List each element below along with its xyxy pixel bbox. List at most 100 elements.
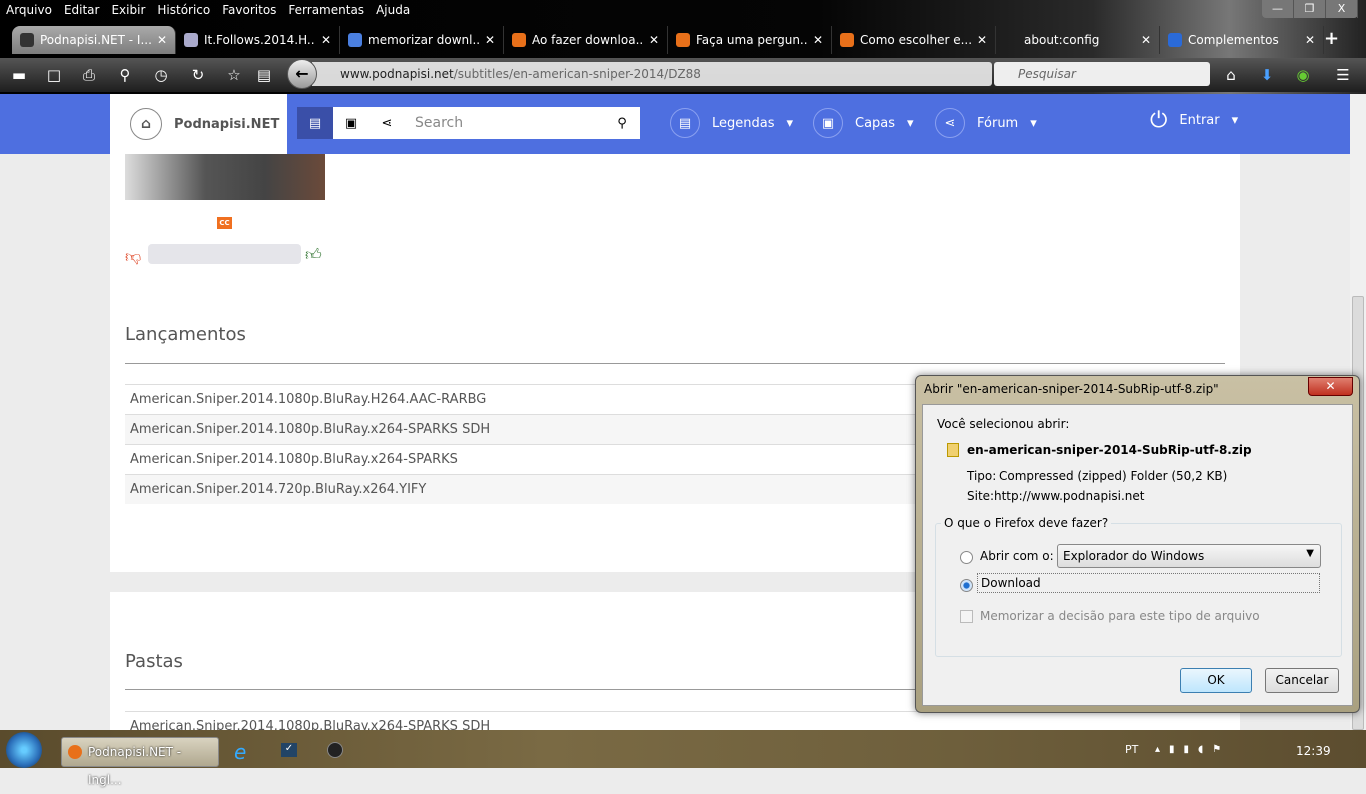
cancel-button[interactable]: Cancelar bbox=[1265, 668, 1339, 693]
nav-forum[interactable]: ⋖ Fórum ▾ bbox=[935, 108, 1037, 138]
home-icon[interactable]: ⌂ bbox=[1222, 66, 1240, 84]
tab-close-icon[interactable]: ✕ bbox=[813, 33, 823, 47]
folder-icon[interactable]: ▬ bbox=[10, 66, 28, 84]
site-brand[interactable]: ⌂ Podnapisi.NET bbox=[110, 94, 287, 154]
open-with-radio[interactable] bbox=[960, 551, 973, 564]
covers-filter-icon[interactable]: ▣ bbox=[333, 107, 369, 139]
tab[interactable]: It.Follows.2014.H... ✕ bbox=[176, 26, 340, 54]
nav-label: Fórum bbox=[977, 115, 1019, 131]
tab-favicon-icon bbox=[184, 33, 198, 47]
menu-exibir[interactable]: Exibir bbox=[105, 0, 151, 20]
movie-poster bbox=[125, 154, 325, 200]
tab[interactable]: Ao fazer downloa... ✕ bbox=[504, 26, 668, 54]
tab-favicon-icon bbox=[840, 33, 854, 47]
back-button[interactable]: ← bbox=[287, 59, 317, 89]
nav-label: Capas bbox=[855, 115, 896, 131]
browser-search-input[interactable]: Pesquisar bbox=[994, 62, 1210, 86]
search-icon[interactable]: ⚲ bbox=[116, 66, 134, 84]
thumbs-down-icon[interactable]: 👎︎ bbox=[125, 247, 141, 267]
download-radio[interactable] bbox=[960, 579, 973, 592]
restore-button[interactable]: ❐ bbox=[1294, 0, 1326, 18]
power-icon: ⏻ bbox=[1150, 108, 1168, 133]
open-file-dialog: Abrir "en-american-sniper-2014-SubRip-ut… bbox=[915, 375, 1360, 713]
folders-heading: Pastas bbox=[125, 651, 183, 672]
releases-heading: Lançamentos bbox=[125, 324, 246, 345]
open-with-app: Explorador do Windows bbox=[1063, 549, 1205, 563]
tab[interactable]: about:config ✕ bbox=[996, 26, 1160, 54]
tab[interactable]: Como escolher e... ✕ bbox=[832, 26, 996, 54]
menu-ferramentas[interactable]: Ferramentas bbox=[282, 0, 370, 20]
thumbs-up-icon[interactable]: 👍︎ bbox=[305, 245, 322, 265]
tray-icons[interactable]: ▴▮▮◖⚑ bbox=[1155, 744, 1230, 755]
tab-favicon-icon bbox=[20, 33, 34, 47]
tab-title: Ao fazer downloa... bbox=[532, 33, 643, 47]
start-button[interactable] bbox=[6, 732, 42, 768]
ie-icon[interactable]: e bbox=[234, 740, 246, 764]
type-label: Tipo: bbox=[967, 469, 997, 483]
tab-close-icon[interactable]: ✕ bbox=[321, 33, 331, 47]
rating-bar bbox=[148, 244, 301, 264]
menu-historico[interactable]: Histórico bbox=[151, 0, 216, 20]
tab-favicon-icon bbox=[1168, 33, 1182, 47]
caret-down-icon: ▾ bbox=[1231, 113, 1239, 128]
group-label: O que o Firefox deve fazer? bbox=[941, 516, 1112, 530]
addon-icon[interactable]: ◉ bbox=[1294, 66, 1312, 84]
ok-button[interactable]: OK bbox=[1180, 668, 1252, 693]
tab-close-icon[interactable]: ✕ bbox=[157, 33, 167, 47]
taskbar-firefox[interactable]: Podnapisi.NET - Ingl... bbox=[61, 737, 219, 787]
clipboard-icon[interactable]: ▤ bbox=[255, 66, 273, 84]
menu-editar[interactable]: Editar bbox=[58, 0, 106, 20]
dialog-close-button[interactable]: ✕ bbox=[1308, 377, 1353, 396]
site-search-input[interactable]: Search bbox=[405, 107, 604, 139]
open-with-select[interactable]: Explorador do Windows ▼ bbox=[1057, 544, 1321, 568]
caret-down-icon: ▾ bbox=[1030, 115, 1037, 131]
open-with-label[interactable]: Abrir com o: bbox=[980, 549, 1054, 563]
bookmark-star-icon[interactable]: ☆ bbox=[225, 66, 243, 84]
reload-icon[interactable]: ↻ bbox=[189, 66, 207, 84]
hp-icon[interactable] bbox=[327, 742, 343, 758]
minimize-button[interactable]: — bbox=[1262, 0, 1294, 18]
nav-legendas[interactable]: ▤ Legendas ▾ bbox=[670, 108, 793, 138]
tab-close-icon[interactable]: ✕ bbox=[977, 33, 987, 47]
tab-close-icon[interactable]: ✕ bbox=[1305, 33, 1315, 47]
subtitles-filter-icon[interactable]: ▤ bbox=[297, 107, 333, 139]
remember-label[interactable]: Memorizar a decisão para este tipo de ar… bbox=[980, 609, 1260, 623]
tab[interactable]: Faça uma pergun... ✕ bbox=[668, 26, 832, 54]
new-tab-button[interactable]: + bbox=[1324, 28, 1339, 49]
dialog-intro: Você selecionou abrir: bbox=[937, 417, 1070, 431]
zip-folder-icon bbox=[947, 443, 959, 457]
url-bar[interactable]: www.podnapisi.net/subtitles/en-american-… bbox=[312, 62, 992, 86]
clock[interactable]: 12:39 bbox=[1296, 744, 1331, 758]
dialog-filename: en-american-sniper-2014-SubRip-utf-8.zip bbox=[967, 443, 1252, 457]
menu-hamburger-icon[interactable]: ☰ bbox=[1334, 66, 1352, 84]
print-icon[interactable]: ⎙ bbox=[80, 66, 98, 84]
tab-close-icon[interactable]: ✕ bbox=[649, 33, 659, 47]
app-icon[interactable]: ✓ bbox=[281, 743, 297, 757]
tab-close-icon[interactable]: ✕ bbox=[1141, 33, 1151, 47]
tab[interactable]: Complementos ✕ bbox=[1160, 26, 1324, 54]
menu-ajuda[interactable]: Ajuda bbox=[370, 0, 416, 20]
tab-title: Podnapisi.NET - I... bbox=[40, 33, 151, 47]
close-window-button[interactable]: X bbox=[1326, 0, 1358, 18]
share-filter-icon[interactable]: ⋖ bbox=[369, 107, 405, 139]
language-indicator[interactable]: PT bbox=[1125, 743, 1138, 756]
search-submit-icon[interactable]: ⚲ bbox=[604, 107, 640, 139]
nav-entrar[interactable]: ⏻ Entrar ▾ bbox=[1150, 108, 1238, 133]
cc-badge: CC bbox=[217, 217, 232, 229]
tab[interactable]: Podnapisi.NET - I... ✕ bbox=[12, 26, 176, 54]
share-icon: ⋖ bbox=[935, 108, 965, 138]
tab[interactable]: memorizar downl... ✕ bbox=[340, 26, 504, 54]
nav-capas[interactable]: ▣ Capas ▾ bbox=[813, 108, 914, 138]
tab-close-icon[interactable]: ✕ bbox=[485, 33, 495, 47]
window-icon[interactable]: □ bbox=[45, 66, 63, 84]
tab-favicon-icon bbox=[676, 33, 690, 47]
menu-favoritos[interactable]: Favoritos bbox=[216, 0, 282, 20]
download-label[interactable]: Download bbox=[977, 573, 1320, 593]
downloads-icon[interactable]: ⬇ bbox=[1258, 66, 1276, 84]
menu-arquivo[interactable]: Arquivo bbox=[0, 0, 58, 20]
site-label: Site: bbox=[967, 489, 995, 503]
history-icon[interactable]: ◷ bbox=[152, 66, 170, 84]
home-icon: ⌂ bbox=[130, 108, 162, 140]
remember-checkbox[interactable] bbox=[960, 610, 973, 623]
menu-bar: Arquivo Editar Exibir Histórico Favorito… bbox=[0, 0, 416, 20]
